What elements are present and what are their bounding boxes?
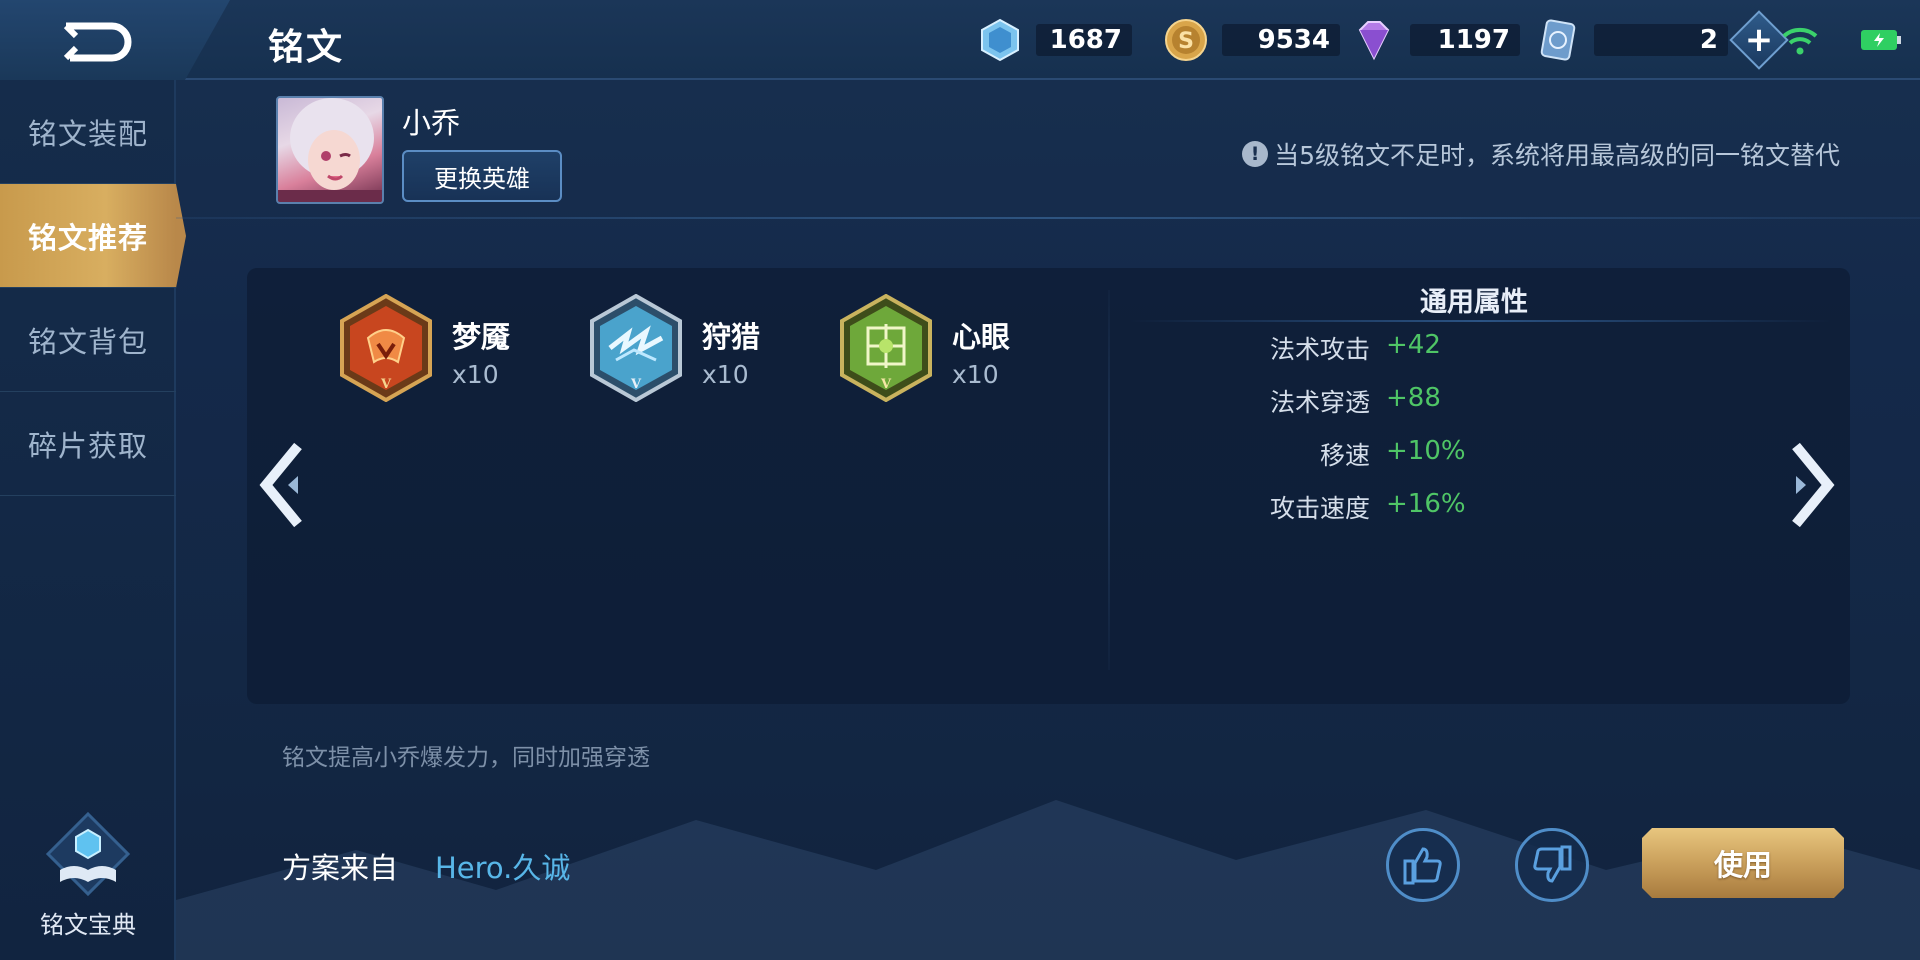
attribute-value: +42 [1386, 330, 1441, 360]
rune-name: 梦魇 [452, 320, 511, 354]
ticket-card-icon [1536, 18, 1580, 62]
thumbs-down-icon [1533, 845, 1572, 883]
header-divider [176, 217, 1920, 219]
sidebar: 铭文装配 铭文推荐 铭文背包 碎片获取 铭文宝典 [0, 80, 176, 960]
top-bar: 铭文 1687 S 9534 1197 2 + [0, 0, 1920, 80]
sidebar-item-label: 铭文背包 [27, 324, 148, 359]
hero-name: 小乔 [402, 106, 461, 140]
gem-count: 1197 [1410, 24, 1520, 56]
attributes-underline [1130, 320, 1830, 322]
attributes-title: 通用属性 [1420, 287, 1528, 318]
rune-name: 心眼 [952, 320, 1011, 354]
rune-count: x10 [702, 360, 749, 389]
rune-name: 狩猎 [702, 320, 761, 354]
sidebar-item-label: 铭文推荐 [27, 220, 148, 255]
sidebar-item-label: 铭文装配 [27, 116, 148, 151]
resource-crystal: 1687 [978, 18, 1132, 62]
rune-page: 铭文 1687 S 9534 1197 2 + 铭文装配 铭文推荐 铭文背包 碎… [0, 0, 1920, 960]
resource-ticket: 2 + [1536, 10, 1789, 70]
blue-rune-icon: V [590, 294, 682, 402]
battery-icon [1861, 30, 1901, 50]
back-arrow-icon [63, 22, 132, 62]
rune-codex-label: 铭文宝典 [40, 911, 136, 939]
rune-count: x10 [952, 360, 999, 389]
rune-card-mind-eye[interactable]: V 心眼 x10 [838, 294, 1068, 404]
like-button[interactable] [1386, 828, 1460, 902]
previous-page-arrow-icon[interactable] [254, 440, 314, 530]
attribute-value: +10% [1386, 436, 1466, 466]
plan-description: 铭文提高小乔爆发力，同时加强穿透 [282, 745, 650, 771]
plus-icon: + [1744, 20, 1774, 60]
red-rune-icon: V [340, 294, 432, 402]
attribute-value: +16% [1386, 489, 1466, 519]
svg-text:V: V [380, 377, 392, 392]
back-button[interactable] [0, 0, 230, 80]
rune-card-hunting[interactable]: V 狩猎 x10 [588, 294, 818, 404]
ticket-count: 2 [1594, 24, 1728, 56]
page-title: 铭文 [268, 27, 345, 68]
attribute-name: 攻击速度 [1269, 494, 1370, 523]
use-button[interactable]: 使用 [1642, 828, 1844, 898]
svg-text:S: S [1178, 29, 1194, 54]
dislike-button[interactable] [1515, 828, 1589, 902]
wifi-icon [1782, 27, 1818, 55]
rune-card-nightmare[interactable]: V 梦魇 x10 [338, 294, 568, 404]
rune-notice: ! 当5级铭文不足时，系统将用最高级的同一铭文替代 [1242, 136, 1840, 172]
resource-gem: 1197 [1352, 18, 1520, 62]
info-icon: ! [1242, 141, 1269, 167]
source-label: 方案来自 [282, 851, 399, 885]
green-rune-icon: V [840, 294, 932, 402]
gold-coin-icon: S [1164, 18, 1208, 62]
svg-text:V: V [880, 377, 892, 392]
purple-gem-icon [1352, 18, 1396, 62]
hero-avatar [276, 96, 384, 204]
rune-count: x10 [452, 360, 499, 389]
sidebar-item-fragments[interactable]: 碎片获取 [0, 392, 176, 496]
svg-text:V: V [630, 377, 642, 392]
source-author-link[interactable]: Hero.久诚 [435, 845, 570, 887]
resource-gold: S 9534 [1164, 18, 1340, 62]
next-page-arrow-icon[interactable] [1780, 440, 1840, 530]
attribute-name: 移速 [1319, 441, 1370, 470]
book-crystal-icon [45, 811, 131, 897]
sidebar-item-rune-bag[interactable]: 铭文背包 [0, 288, 176, 392]
thumbs-up-icon [1403, 847, 1442, 885]
crystal-count: 1687 [1036, 24, 1132, 56]
attribute-value: +88 [1386, 383, 1441, 413]
sidebar-item-rune-recommend[interactable]: 铭文推荐 [0, 184, 176, 288]
notice-text: 当5级铭文不足时，系统将用最高级的同一铭文替代 [1274, 141, 1840, 170]
diamond-crystal-icon [978, 18, 1022, 62]
gold-count: 9534 [1222, 24, 1340, 56]
attribute-name: 法术穿透 [1269, 388, 1370, 417]
attribute-row: 移速 +10% [1110, 436, 1790, 476]
attribute-row: 攻击速度 +16% [1110, 489, 1790, 529]
sidebar-item-label: 碎片获取 [27, 428, 148, 463]
attribute-row: 法术攻击 +42 [1110, 330, 1790, 370]
rune-codex-button[interactable]: 铭文宝典 [28, 810, 148, 940]
change-hero-button[interactable]: 更换英雄 [402, 150, 562, 202]
attribute-row: 法术穿透 +88 [1110, 383, 1790, 423]
sidebar-item-rune-equip[interactable]: 铭文装配 [0, 80, 176, 184]
attribute-name: 法术攻击 [1269, 335, 1370, 364]
